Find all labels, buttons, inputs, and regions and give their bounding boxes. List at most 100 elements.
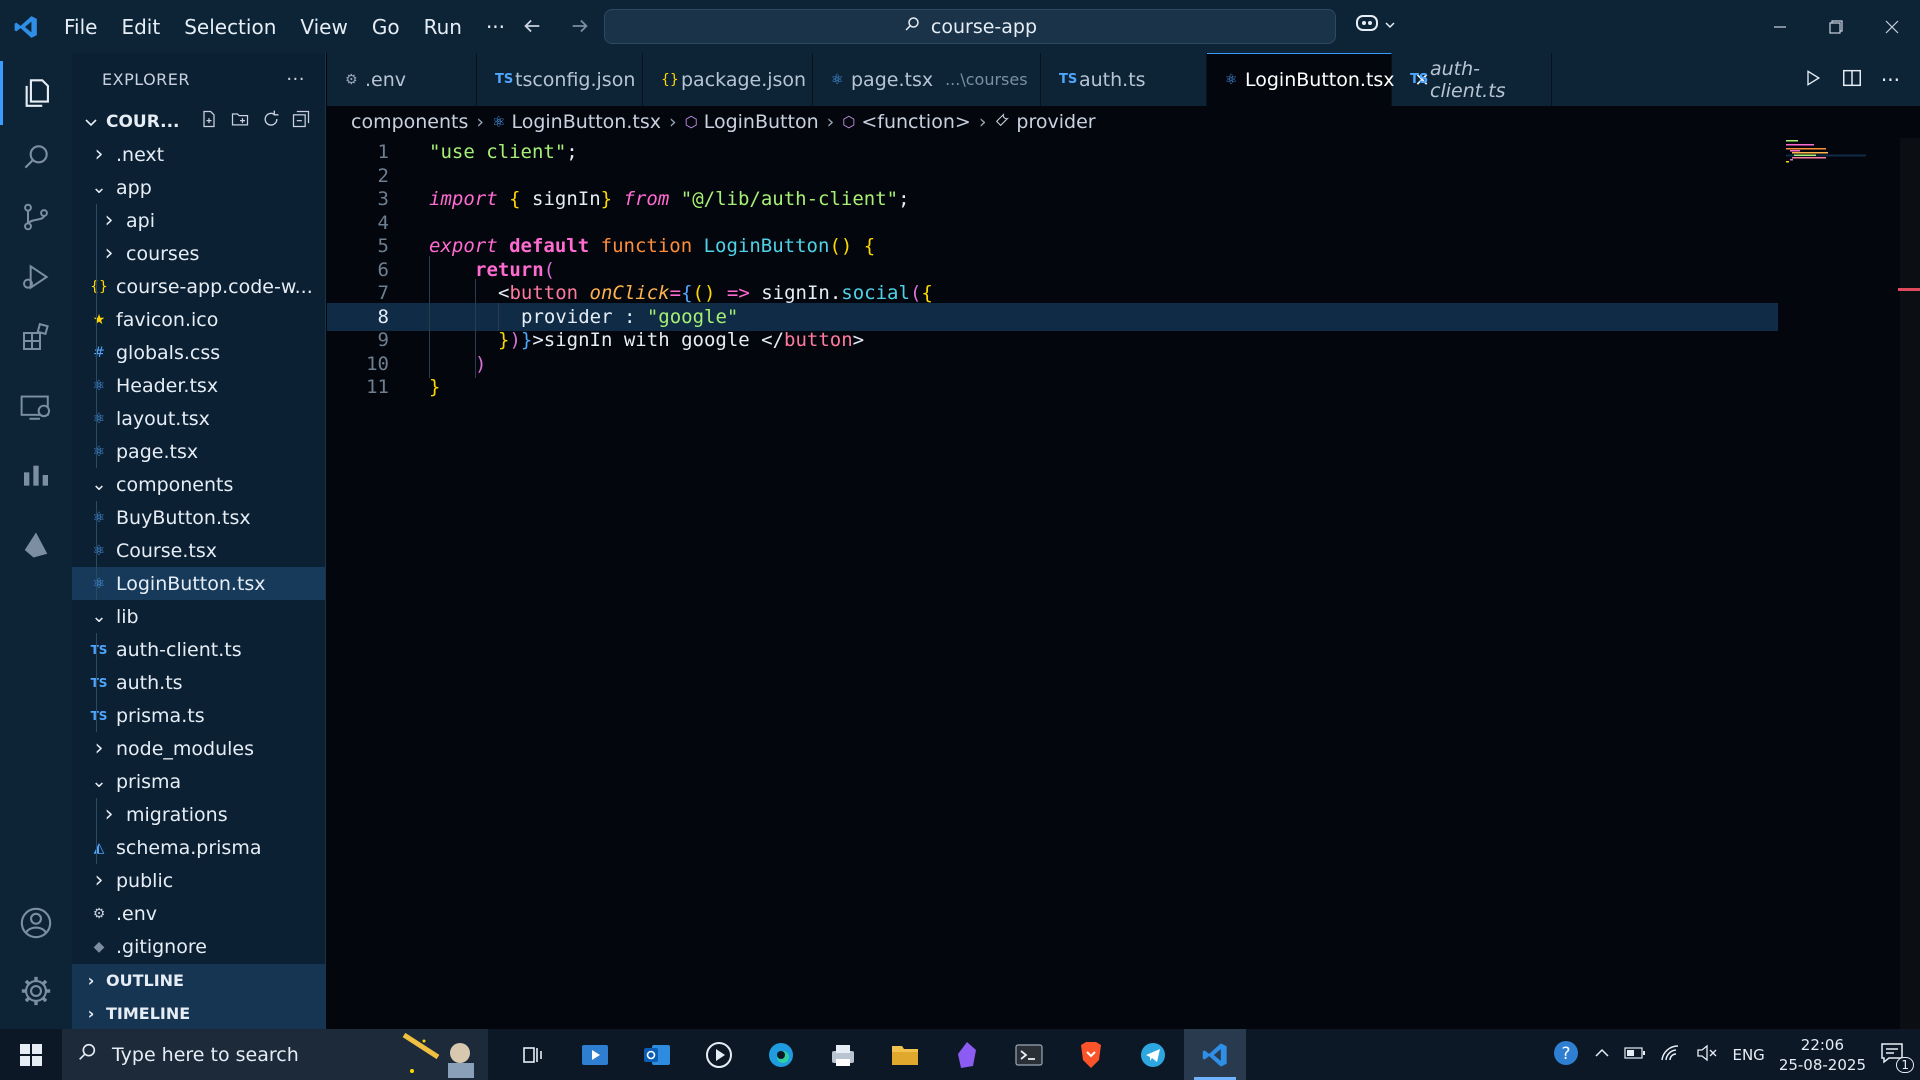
editor-tab[interactable]: ⚙ .env (327, 53, 477, 106)
folder-item[interactable]: › api (72, 204, 325, 237)
video-editor-icon[interactable] (564, 1029, 626, 1080)
more-actions-icon[interactable]: ··· (1881, 68, 1900, 92)
refresh-icon[interactable] (261, 109, 281, 134)
help-icon[interactable]: ? (1552, 1039, 1580, 1071)
brave-browser-icon[interactable] (1060, 1029, 1122, 1080)
accounts-icon[interactable] (0, 891, 72, 955)
editor-tab[interactable]: ⚛ page.tsx ...\courses (813, 53, 1041, 106)
media-player-icon[interactable] (688, 1029, 750, 1080)
menu-view[interactable]: View (288, 7, 359, 47)
charts-icon[interactable] (0, 443, 72, 507)
folder-item[interactable]: ⌄ prisma (72, 765, 325, 798)
editor-tab[interactable]: TS tsconfig.json (477, 53, 643, 106)
folder-item[interactable]: › public (72, 864, 325, 897)
line-number: 2 (377, 164, 389, 187)
explorer-icon[interactable] (0, 61, 72, 125)
timeline-section[interactable]: › TIMELINE (72, 997, 326, 1030)
folder-item[interactable]: › migrations (72, 798, 325, 831)
file-item[interactable]: ⚛ Header.tsx (72, 369, 325, 402)
folder-item[interactable]: › courses (72, 237, 325, 270)
outline-section[interactable]: › OUTLINE (72, 964, 326, 997)
remote-explorer-icon[interactable] (0, 375, 72, 439)
split-editor-icon[interactable] (1841, 67, 1863, 93)
command-center-search[interactable]: course-app (604, 9, 1336, 44)
prisma-icon[interactable] (0, 513, 72, 577)
terminal-icon[interactable] (998, 1029, 1060, 1080)
file-item[interactable]: ◭ schema.prisma (72, 831, 325, 864)
code-editor[interactable]: 1 "use client"; 2 3 import { signIn} fro… (327, 138, 1798, 1029)
clock[interactable]: 22:06 25-08-2025 (1779, 1035, 1866, 1075)
file-item[interactable]: {} course-app.code-w... (72, 270, 325, 303)
telegram-icon[interactable] (1122, 1029, 1184, 1080)
breadcrumb-function[interactable]: <function> (861, 111, 970, 133)
task-view-icon[interactable] (502, 1029, 564, 1080)
folder-item[interactable]: › node_modules (72, 732, 325, 765)
menu-run[interactable]: Run (412, 7, 474, 47)
file-item[interactable]: ⚛ LoginButton.tsx (72, 567, 325, 600)
menu-more[interactable]: ··· (474, 7, 517, 47)
extensions-icon[interactable] (0, 305, 72, 369)
folder-item[interactable]: ⌄ lib (72, 600, 325, 633)
file-item[interactable]: ⚛ Course.tsx (72, 534, 325, 567)
file-explorer-icon[interactable] (874, 1029, 936, 1080)
collapse-all-icon[interactable] (291, 109, 311, 134)
folder-item[interactable]: › .next (72, 138, 325, 171)
taskbar-search-box[interactable]: Type here to search (62, 1029, 488, 1080)
source-control-icon[interactable] (0, 185, 72, 249)
editor-tab[interactable]: ⚛ LoginButton.tsx ✕ (1207, 53, 1430, 106)
workspace-folder-header[interactable]: COUR... (72, 105, 325, 138)
vscode-taskbar-icon[interactable] (1184, 1029, 1246, 1080)
file-item[interactable]: ◆ .gitignore (72, 930, 325, 963)
file-item[interactable]: TS auth-client.ts (72, 633, 325, 666)
restore-button[interactable] (1808, 0, 1864, 53)
outlook-icon[interactable] (626, 1029, 688, 1080)
wifi-icon[interactable] (1660, 1044, 1682, 1066)
back-arrow-icon[interactable] (518, 12, 546, 40)
gear-icon[interactable] (0, 959, 72, 1023)
new-file-icon[interactable] (199, 109, 219, 134)
file-item[interactable]: ⚛ BuyButton.tsx (72, 501, 325, 534)
file-item[interactable]: TS auth.ts (72, 666, 325, 699)
folder-item[interactable]: ⌄ components (72, 468, 325, 501)
battery-icon[interactable] (1624, 1046, 1646, 1064)
menu-selection[interactable]: Selection (172, 7, 288, 47)
notifications-icon[interactable]: 1 (1880, 1041, 1914, 1073)
folder-item[interactable]: ⌄ app (72, 171, 325, 204)
file-item[interactable]: TS prisma.ts (72, 699, 325, 732)
search-view-icon[interactable] (0, 125, 72, 189)
printer-app-icon[interactable] (812, 1029, 874, 1080)
code-text: import { signIn} from "@/lib/auth-client… (429, 188, 910, 211)
language-indicator[interactable]: ENG (1732, 1046, 1764, 1064)
breadcrumb-property[interactable]: provider (1016, 111, 1095, 133)
editor-tab[interactable]: TS auth.ts (1041, 53, 1207, 106)
editor-tab[interactable]: TS auth-client.ts (1392, 53, 1552, 106)
forward-arrow-icon[interactable] (566, 12, 594, 40)
copilot-button[interactable] (1354, 12, 1396, 38)
menu-go[interactable]: Go (360, 7, 412, 47)
minimap[interactable] (1778, 138, 1920, 1029)
vertical-scrollbar[interactable] (1900, 138, 1920, 1029)
file-item[interactable]: ⚛ layout.tsx (72, 402, 325, 435)
volume-muted-icon[interactable] (1696, 1044, 1718, 1066)
new-folder-icon[interactable] (229, 109, 251, 134)
chevron-up-icon[interactable] (1594, 1045, 1610, 1065)
explorer-more-button[interactable]: ··· (286, 69, 305, 90)
obsidian-icon[interactable] (936, 1029, 998, 1080)
run-file-icon[interactable] (1803, 68, 1823, 92)
breadcrumb-file[interactable]: LoginButton.tsx (511, 111, 661, 133)
search-icon (76, 1041, 98, 1068)
run-debug-icon[interactable] (0, 245, 72, 309)
close-window-button[interactable] (1864, 0, 1920, 53)
file-item[interactable]: # globals.css (72, 336, 325, 369)
minimize-button[interactable] (1752, 0, 1808, 53)
menu-edit[interactable]: Edit (109, 7, 172, 47)
edge-browser-icon[interactable] (750, 1029, 812, 1080)
breadcrumb-folder[interactable]: components (351, 111, 468, 133)
breadcrumb-symbol[interactable]: LoginButton (704, 111, 819, 133)
menu-file[interactable]: File (52, 7, 109, 47)
windows-start-button[interactable] (0, 1029, 62, 1080)
file-item[interactable]: ⚙ .env (72, 897, 325, 930)
file-item[interactable]: ⚛ page.tsx (72, 435, 325, 468)
file-item[interactable]: ★ favicon.ico (72, 303, 325, 336)
editor-tab[interactable]: {} package.json (643, 53, 813, 106)
